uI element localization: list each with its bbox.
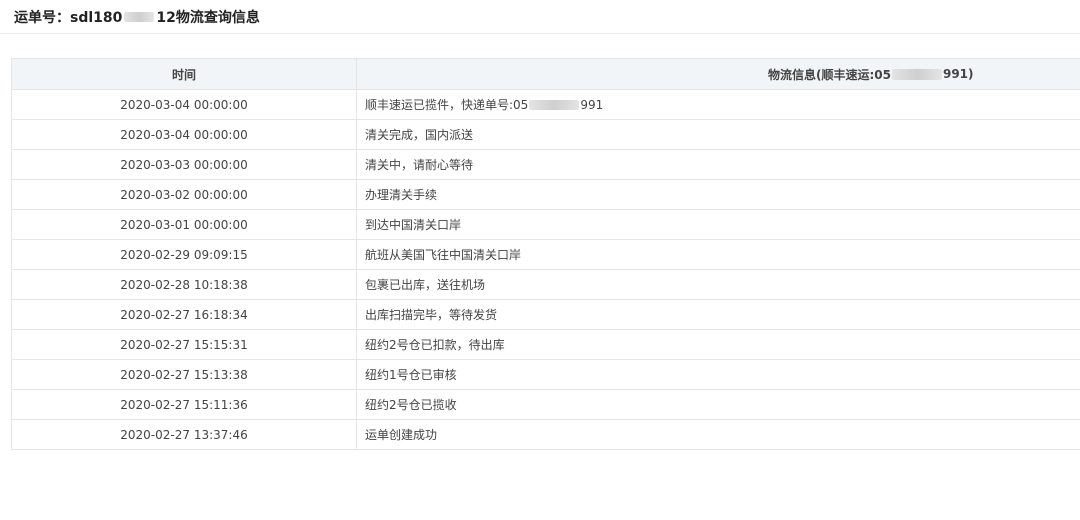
table-row: 2020-02-27 16:18:34 出库扫描完毕，等待发货 [11, 299, 1080, 330]
row-time: 2020-02-27 15:15:31 [11, 329, 357, 360]
table-row: 2020-02-27 15:13:38 纽约1号仓已审核 [11, 359, 1080, 390]
table-row: 2020-03-02 00:00:00 办理清关手续 [11, 179, 1080, 210]
row-time: 2020-02-27 13:37:46 [11, 419, 357, 450]
table-row: 2020-02-29 09:09:15 航班从美国飞往中国清关口岸 [11, 239, 1080, 270]
redacted-tracking-number [124, 12, 155, 22]
row-info: 到达中国清关口岸 [356, 209, 1080, 240]
page-title: 运单号：sdl180 12物流查询信息 [14, 7, 260, 27]
row-info: 纽约2号仓已揽收 [356, 389, 1080, 420]
title-suffix: 12物流查询信息 [156, 10, 260, 26]
table-header-row: 时间 物流信息(顺丰速运:05 991) [11, 58, 1080, 90]
row-time: 2020-03-01 00:00:00 [11, 209, 357, 240]
row-info: 清关中，请耐心等待 [356, 149, 1080, 180]
row-time: 2020-03-03 00:00:00 [11, 149, 357, 180]
table-row: 2020-02-28 10:18:38 包裹已出库，送往机场 [11, 269, 1080, 300]
table-row: 2020-02-27 15:11:36 纽约2号仓已揽收 [11, 389, 1080, 420]
row-time: 2020-02-28 10:18:38 [11, 269, 357, 300]
row-info: 办理清关手续 [356, 179, 1080, 210]
row-info: 包裹已出库，送往机场 [356, 269, 1080, 300]
row-info: 纽约1号仓已审核 [356, 359, 1080, 390]
table-row: 2020-02-27 15:15:31 纽约2号仓已扣款，待出库 [11, 329, 1080, 360]
row-time: 2020-03-04 00:00:00 [11, 89, 357, 120]
redacted-express-number [529, 99, 580, 110]
row-time: 2020-03-02 00:00:00 [11, 179, 357, 210]
row-info: 出库扫描完毕，等待发货 [356, 299, 1080, 330]
row-info-prefix: 顺丰速运已揽件，快递单号:05 [365, 98, 529, 112]
table-row: 2020-02-27 13:37:46 运单创建成功 [11, 419, 1080, 450]
logistics-table: 时间 物流信息(顺丰速运:05 991) 2020-03-04 00:00:00… [11, 58, 1080, 450]
redacted-express-number [891, 68, 942, 80]
row-time: 2020-02-27 15:11:36 [11, 389, 357, 420]
table-row: 2020-03-01 00:00:00 到达中国清关口岸 [11, 209, 1080, 240]
column-header-info-prefix: 物流信息(顺丰速运:05 [768, 67, 891, 82]
column-header-time: 时间 [11, 58, 357, 90]
column-header-info: 物流信息(顺丰速运:05 991) [356, 58, 1080, 90]
row-info-suffix: 991 [580, 97, 604, 112]
row-info: 运单创建成功 [356, 419, 1080, 450]
row-info: 纽约2号仓已扣款，待出库 [356, 329, 1080, 360]
row-time: 2020-02-27 15:13:38 [11, 359, 357, 390]
row-info: 顺丰速运已揽件，快递单号:05 991 [356, 89, 1080, 120]
row-info: 清关完成，国内派送 [356, 119, 1080, 150]
row-info: 航班从美国飞往中国清关口岸 [356, 239, 1080, 270]
table-row: 2020-03-04 00:00:00 清关完成，国内派送 [11, 119, 1080, 150]
table-row: 2020-03-04 00:00:00 顺丰速运已揽件，快递单号:05 991 [11, 89, 1080, 120]
title-prefix: 运单号：sdl180 [14, 10, 123, 26]
table-row: 2020-03-03 00:00:00 清关中，请耐心等待 [11, 149, 1080, 180]
page-header: 运单号：sdl180 12物流查询信息 [0, 0, 1080, 34]
column-header-info-suffix: 991) [942, 67, 974, 81]
row-time: 2020-02-27 16:18:34 [11, 299, 357, 330]
row-time: 2020-03-04 00:00:00 [11, 119, 357, 150]
row-time: 2020-02-29 09:09:15 [11, 239, 357, 270]
